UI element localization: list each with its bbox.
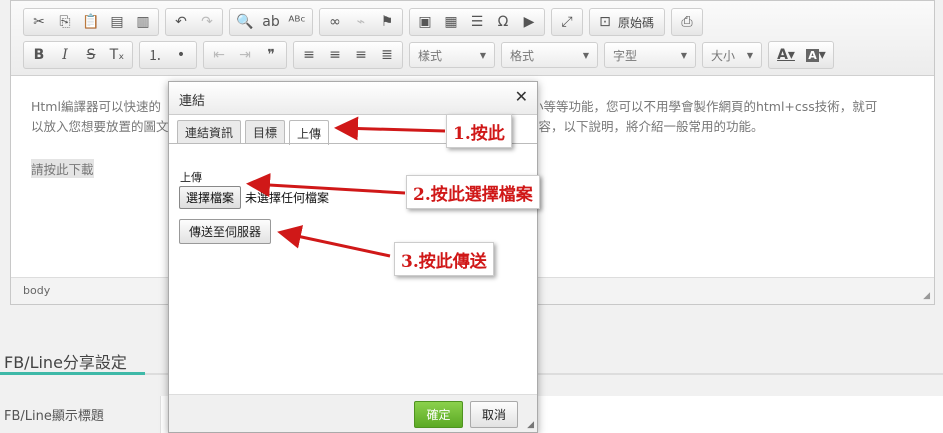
ok-button[interactable]: 確定: [414, 401, 463, 428]
paste-text-icon[interactable]: ▤: [104, 11, 130, 33]
cut-icon[interactable]: ✂: [26, 11, 52, 33]
maximize-icon[interactable]: ⤢: [554, 11, 580, 33]
font-combo[interactable]: 字型 ▼: [604, 42, 696, 68]
source-label: 原始碼: [618, 15, 655, 30]
tab-upload[interactable]: 上傳: [289, 120, 330, 145]
table-icon[interactable]: ▦: [438, 11, 464, 33]
toolbar-group-align: ≡ ≡ ≡ ≣: [293, 41, 403, 69]
section-accent-line: [0, 372, 145, 375]
horizontal-line-icon[interactable]: ☰: [464, 11, 490, 33]
bulleted-list-icon[interactable]: •: [168, 44, 194, 66]
toolbar-group-find: 🔍 ab ᴬᴮᶜ: [229, 8, 313, 36]
callout-step1: 1.按此: [446, 114, 512, 148]
toolbar-group-basic: B I S Tₓ: [23, 41, 133, 69]
callout-step3: 3.按此傳送: [394, 242, 494, 276]
toolbar-group-history: ↶ ↷: [165, 8, 223, 36]
find-icon[interactable]: 🔍: [232, 11, 258, 33]
styles-combo[interactable]: 樣式 ▼: [409, 42, 495, 68]
align-left-icon[interactable]: ≡: [296, 44, 322, 66]
special-char-icon[interactable]: Ω: [490, 11, 516, 33]
choose-file-button[interactable]: 選擇檔案: [179, 186, 242, 209]
paste-icon[interactable]: 📋: [78, 11, 104, 33]
align-center-icon[interactable]: ≡: [322, 44, 348, 66]
numbered-list-icon[interactable]: ⒈: [142, 44, 168, 66]
no-file-text: 未選擇任何檔案: [245, 191, 330, 205]
resize-grip-icon[interactable]: ◢: [923, 291, 930, 301]
size-combo-label: 大小: [711, 48, 736, 63]
justify-icon[interactable]: ≣: [374, 44, 400, 66]
toolbar-group-view: ⤢: [551, 8, 583, 36]
bold-icon[interactable]: B: [26, 44, 52, 66]
spellcheck-icon[interactable]: ᴬᴮᶜ: [284, 11, 310, 33]
link-icon[interactable]: ∞: [322, 11, 348, 33]
toolbar-group-insert: ▣ ▦ ☰ Ω ▶: [409, 8, 545, 36]
source-icon: ⊡: [599, 14, 611, 30]
outdent-icon[interactable]: ⇤: [206, 44, 232, 66]
format-combo[interactable]: 格式 ▼: [501, 42, 598, 68]
dialog-title: 連結: [179, 94, 206, 109]
paste-word-icon[interactable]: ▥: [130, 11, 156, 33]
dialog-footer: 確定 取消 ◢: [169, 394, 537, 432]
chevron-down-icon: ▼: [680, 50, 687, 60]
text-color-icon[interactable]: A▾: [771, 44, 801, 66]
source-button[interactable]: ⊡ 原始碼: [589, 8, 666, 36]
unlink-icon[interactable]: ⌁: [348, 11, 374, 33]
youtube-icon[interactable]: ▶: [516, 11, 542, 33]
tab-target[interactable]: 目標: [245, 120, 286, 144]
cancel-button[interactable]: 取消: [470, 401, 518, 428]
content-line-1-start: Html編譯器可以快速的: [31, 99, 161, 114]
download-link-text[interactable]: 請按此下載: [31, 159, 94, 178]
styles-combo-label: 樣式: [418, 48, 443, 63]
toolbar-group-links: ∞ ⌁ ⚑: [319, 8, 403, 36]
anchor-icon[interactable]: ⚑: [374, 11, 400, 33]
content-line-2-end: 入內容，以下說明，將介紹一般常用的功能。: [513, 119, 764, 134]
print-icon[interactable]: ⎙: [674, 11, 700, 33]
size-combo[interactable]: 大小 ▼: [702, 42, 762, 68]
callout-step2: 2.按此選擇檔案: [406, 175, 540, 209]
toolbar-group-clipboard: ✂ ⎘ 📋 ▤ ▥: [23, 8, 159, 36]
element-path[interactable]: body: [23, 284, 50, 297]
blockquote-icon[interactable]: ❞: [258, 44, 284, 66]
editor-toolbar: ✂ ⎘ 📋 ▤ ▥ ↶ ↷ 🔍 ab ᴬᴮᶜ ∞ ⌁ ⚑ ▣ ▦ ☰ Ω ▶ ⤢ ⊡ 原始碼 ⎙ B I S Tₓ ⒈ • ⇤ ⇥ ❞ ≡ ≡…: [11, 1, 934, 76]
image-icon[interactable]: ▣: [412, 11, 438, 33]
close-icon[interactable]: ✕: [515, 87, 528, 106]
content-line-2-start: 以放入您想要放置的圖文: [31, 119, 169, 134]
remove-format-icon[interactable]: Tₓ: [104, 44, 130, 66]
align-right-icon[interactable]: ≡: [348, 44, 374, 66]
bg-color-icon[interactable]: A ▾: [801, 44, 831, 66]
chevron-down-icon: ▼: [582, 50, 589, 60]
toolbar-row-1: ✂ ⎘ 📋 ▤ ▥ ↶ ↷ 🔍 ab ᴬᴮᶜ ∞ ⌁ ⚑ ▣ ▦ ☰ Ω ▶ ⤢ ⊡ 原始碼 ⎙: [23, 7, 709, 37]
indent-icon[interactable]: ⇥: [232, 44, 258, 66]
redo-icon[interactable]: ↷: [194, 11, 220, 33]
toolbar-row-2: B I S Tₓ ⒈ • ⇤ ⇥ ❞ ≡ ≡ ≡ ≣ 樣式 ▼ 格式 ▼ 字型 ▼ 大小 ▼ A▾ A ▾: [23, 40, 840, 70]
strike-icon[interactable]: S: [78, 44, 104, 66]
upload-label: 上傳: [180, 171, 202, 184]
section-title: FB/Line分享設定: [4, 353, 127, 372]
dialog-tabs: 連結資訊 目標 上傳: [177, 120, 333, 145]
font-combo-label: 字型: [613, 48, 638, 63]
file-input: 選擇檔案 未選擇任何檔案: [179, 186, 329, 209]
chevron-down-icon: ▼: [479, 50, 486, 60]
tab-link-info[interactable]: 連結資訊: [177, 120, 242, 144]
format-combo-label: 格式: [510, 48, 535, 63]
dialog-resize-grip-icon[interactable]: ◢: [527, 420, 534, 430]
replace-icon[interactable]: ab: [258, 11, 284, 33]
toolbar-group-colors: A▾ A ▾: [768, 41, 834, 69]
toolbar-group-lists: ⒈ •: [139, 41, 197, 69]
chevron-down-icon: ▼: [746, 50, 753, 60]
send-to-server-button[interactable]: 傳送至伺服器: [179, 219, 272, 244]
undo-icon[interactable]: ↶: [168, 11, 194, 33]
italic-icon[interactable]: I: [52, 44, 78, 66]
toolbar-group-print: ⎙: [671, 8, 704, 36]
copy-icon[interactable]: ⎘: [52, 11, 78, 33]
content-line-1-end: 字大小等等功能，您可以不用學會製作網頁的html+css技術，就可: [505, 99, 878, 114]
fb-title-label: FB/Line顯示標題: [4, 409, 104, 424]
dialog-header[interactable]: 連結 ✕: [169, 82, 537, 115]
toolbar-group-indent: ⇤ ⇥ ❞: [203, 41, 287, 69]
